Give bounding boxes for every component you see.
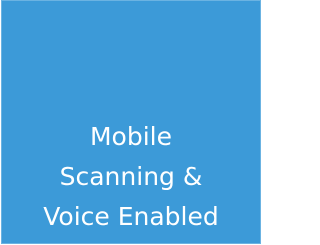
tile-line-2: Scanning & bbox=[59, 162, 203, 191]
feature-tile-label: Mobile Scanning & Voice Enabled bbox=[2, 117, 260, 237]
tile-line-3: Voice Enabled bbox=[43, 202, 219, 231]
tile-line-1: Mobile bbox=[89, 122, 172, 151]
feature-tile: Mobile Scanning & Voice Enabled bbox=[1, 0, 261, 244]
